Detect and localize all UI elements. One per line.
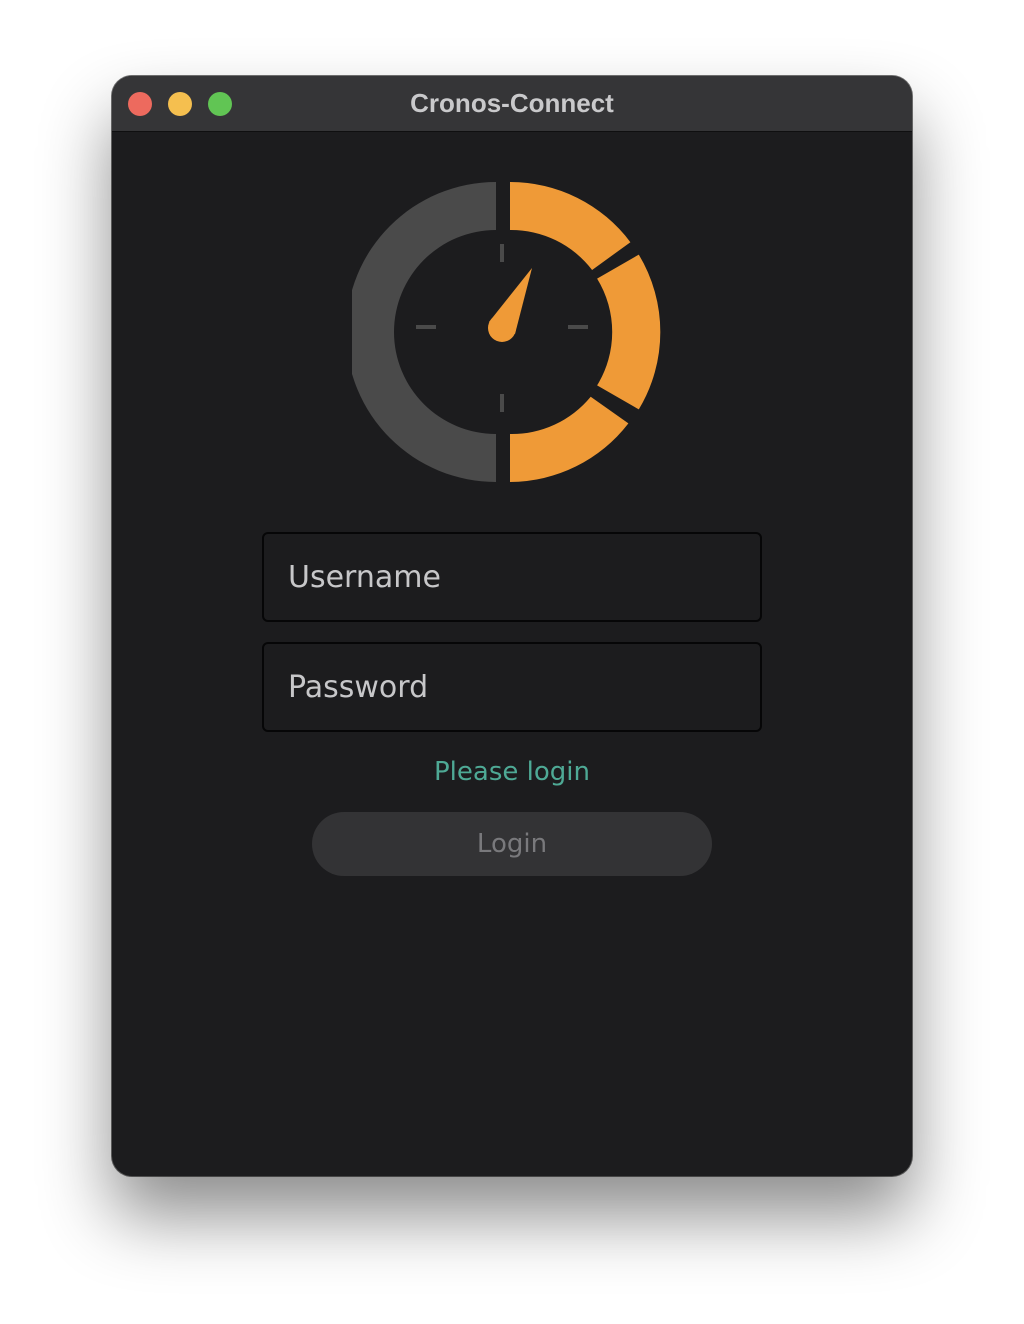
password-field[interactable]	[262, 642, 762, 732]
username-input[interactable]	[264, 534, 760, 620]
login-button[interactable]: Login	[312, 812, 712, 876]
username-field[interactable]	[262, 532, 762, 622]
status-message: Please login	[434, 757, 590, 787]
window-title: Cronos-Connect	[410, 88, 614, 118]
password-input[interactable]	[264, 644, 760, 730]
gauge-icon	[352, 181, 661, 482]
title-bar: Cronos-Connect	[112, 76, 912, 132]
app-window: Cronos-Connect Please login Login	[112, 76, 912, 1176]
